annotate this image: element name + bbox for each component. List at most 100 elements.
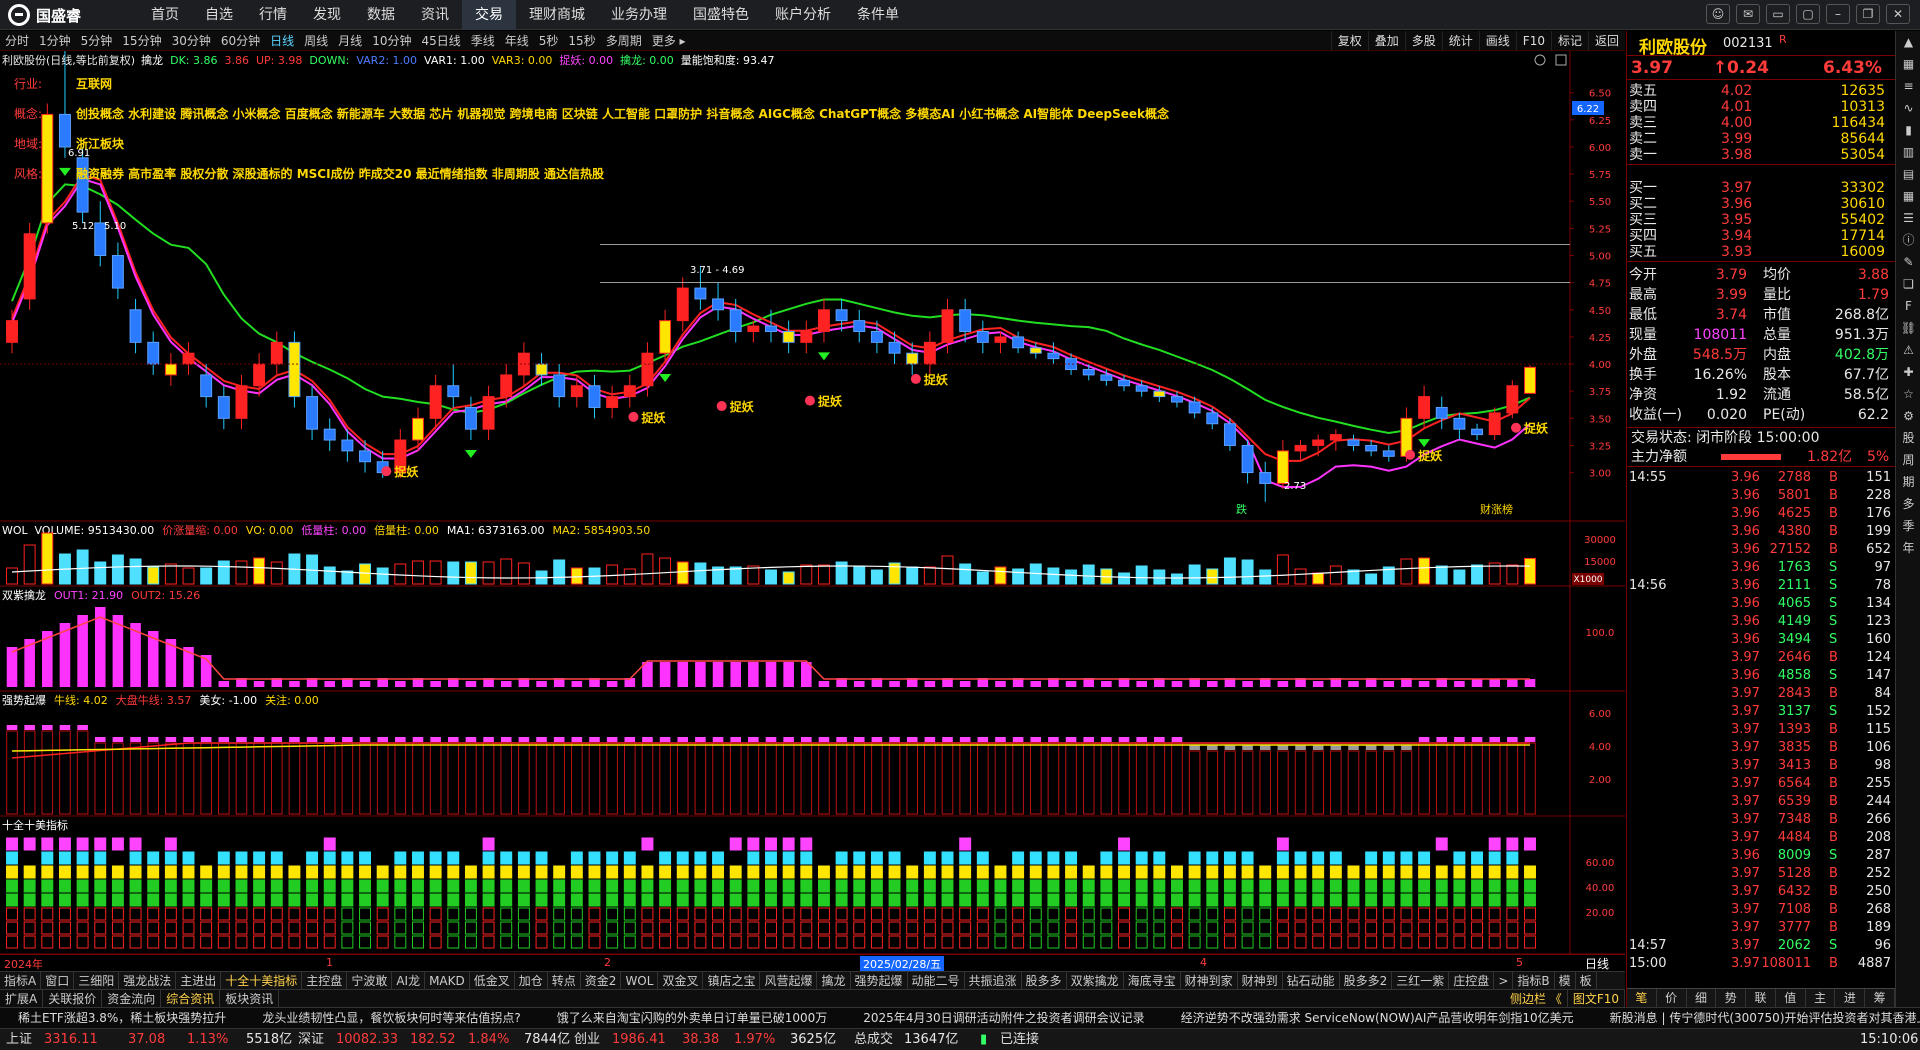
tool-button-4[interactable]: 画线 (1478, 31, 1516, 51)
indicator-tab-17[interactable]: 风营起爆 (760, 972, 818, 990)
kline-chart[interactable]: 捉妖捉妖捉妖 捉妖捉妖捉妖捉妖6.915.12 5.103.71 - 4.692.7… (0, 51, 1625, 954)
box-icon[interactable]: ▢ (1796, 4, 1820, 24)
news-item[interactable]: 稀土ETF涨超3.8%，稀土板块强势拉升 (0, 1008, 244, 1028)
indicator-tab-25[interactable]: 财神到家 (1181, 972, 1238, 990)
menu-item-8[interactable]: 业务办理 (598, 0, 680, 30)
tick-row[interactable]: 3.97 1393 B 115 (1627, 721, 1895, 739)
menu-item-11[interactable]: 条件单 (844, 0, 912, 30)
tick-row[interactable]: 3.97 6432 B 250 (1627, 883, 1895, 901)
tool-button-2[interactable]: 多股 (1404, 31, 1442, 51)
screen-icon[interactable]: ▭ (1766, 4, 1790, 24)
tick-row[interactable]: 3.97 3835 B 106 (1627, 739, 1895, 757)
indicator-tab-6[interactable]: 主控盘 (302, 972, 348, 990)
tick-row[interactable]: 3.97 3137 S 152 (1627, 703, 1895, 721)
tool-button-3[interactable]: 统计 (1441, 31, 1479, 51)
tick-row[interactable]: 3.96 4858 S 147 (1627, 667, 1895, 685)
indicator-tab-22[interactable]: 股多多 (1022, 972, 1067, 990)
tick-row[interactable]: 15:00 3.97 108011 B 4887 (1627, 955, 1895, 973)
timeframe-tab-9[interactable]: 10分钟 (367, 31, 416, 51)
ask-row[interactable]: 卖二 3.99 85644 (1627, 131, 1895, 147)
note-icon[interactable]: ✎ (1896, 251, 1920, 273)
indicator-tab-11[interactable]: 加仓 (515, 972, 548, 990)
news-icon[interactable]: ❏ (1896, 273, 1920, 295)
detail-tab-2[interactable]: 细 (1687, 989, 1717, 1007)
tick-row[interactable]: 3.96 27152 B 652 (1627, 541, 1895, 559)
menu-item-9[interactable]: 国盛特色 (680, 0, 762, 30)
info-icon[interactable]: ⓘ (1896, 229, 1920, 251)
star-icon[interactable]: ☆ (1896, 383, 1920, 405)
news-ticker[interactable]: 稀土ETF涨超3.8%，稀土板块强势拉升 龙头业绩韧性凸显，餐饮板块何时等来估值拐… (0, 1007, 1920, 1028)
tick-row[interactable]: 3.96 4149 S 123 (1627, 613, 1895, 631)
tick-row[interactable]: 3.97 6564 B 255 (1627, 775, 1895, 793)
indicator-tab-31[interactable]: > (1494, 972, 1514, 990)
tick-row[interactable]: 3.97 3777 B 189 (1627, 919, 1895, 937)
indicator-tab-10[interactable]: 低金叉 (470, 972, 515, 990)
candle-icon[interactable]: ▮ (1896, 119, 1920, 141)
bid-row[interactable]: 买二 3.96 30610 (1627, 196, 1895, 212)
restore-icon[interactable]: ❐ (1856, 4, 1880, 24)
tick-row[interactable]: 3.97 2843 B 84 (1627, 685, 1895, 703)
tick-row[interactable]: 3.96 4380 B 199 (1627, 523, 1895, 541)
side-label-0[interactable]: 股 (1896, 427, 1920, 449)
tool-button-0[interactable]: 复权 (1330, 31, 1368, 51)
menu-item-4[interactable]: 数据 (354, 0, 408, 30)
detail-tab-0[interactable]: 笔 (1627, 989, 1657, 1007)
menu-item-5[interactable]: 资讯 (408, 0, 462, 30)
bid-row[interactable]: 买五 3.93 16009 (1627, 244, 1895, 260)
menu-item-0[interactable]: 首页 (138, 0, 192, 30)
indicator-tab-34[interactable]: 板 (1576, 972, 1597, 990)
indicator-tab-14[interactable]: WOL (621, 972, 659, 990)
indicator-tab-18[interactable]: 擒龙 (817, 972, 851, 990)
indicator-tab-21[interactable]: 共振追涨 (965, 972, 1022, 990)
depth-icon[interactable]: ▤ (1896, 163, 1920, 185)
indicator-tab-33[interactable]: 模 (1555, 972, 1576, 990)
info-tab-2[interactable]: 资金流向 (102, 990, 162, 1008)
indicator-tab-30[interactable]: 庄控盘 (1449, 972, 1495, 990)
info-tab-4[interactable]: 板块资讯 (220, 990, 280, 1008)
timeframe-tab-13[interactable]: 5秒 (534, 31, 564, 51)
tick-row[interactable]: 3.97 2646 B 124 (1627, 649, 1895, 667)
side-label-2[interactable]: 期 (1896, 471, 1920, 493)
news-item[interactable]: 龙头业绩韧性凸显，餐饮板块何时等来估值拐点? (244, 1008, 538, 1028)
chart-icon[interactable]: ∿ (1896, 97, 1920, 119)
detail-tab-4[interactable]: 联 (1746, 989, 1776, 1007)
menu-item-7[interactable]: 理财商城 (516, 0, 598, 30)
tool-icon[interactable]: ⚙ (1896, 405, 1920, 427)
detail-tab-8[interactable]: 筹 (1865, 989, 1896, 1007)
tick-row[interactable]: 3.97 7108 B 268 (1627, 901, 1895, 919)
indicator-tab-23[interactable]: 双紫擒龙 (1067, 972, 1124, 990)
tick-row[interactable]: 3.96 4625 B 176 (1627, 505, 1895, 523)
timeframe-tab-0[interactable]: 分时 (0, 31, 34, 51)
bid-row[interactable]: 买三 3.95 55402 (1627, 212, 1895, 228)
timeframe-tab-15[interactable]: 多周期 (601, 31, 647, 51)
indicator-tab-9[interactable]: MAKD (425, 972, 470, 990)
indicator-tab-0[interactable]: 指标A (0, 972, 42, 990)
indicator-tab-8[interactable]: AI龙 (392, 972, 426, 990)
timeframe-tab-3[interactable]: 15分钟 (117, 31, 166, 51)
tick-row[interactable]: 3.97 4484 B 208 (1627, 829, 1895, 847)
timeframe-tab-16[interactable]: 更多 ▸ (647, 31, 691, 51)
indicator-tab-7[interactable]: 宁波敢 (347, 972, 393, 990)
indicator-tab-32[interactable]: 指标B (1513, 972, 1555, 990)
list-icon[interactable]: ≡ (1896, 75, 1920, 97)
side-label-5[interactable]: 年 (1896, 537, 1920, 559)
f10-icon[interactable]: F (1896, 295, 1920, 317)
minimize-icon[interactable]: – (1826, 4, 1850, 24)
ask-row[interactable]: 卖五 4.02 12635 (1627, 83, 1895, 99)
side-label-1[interactable]: 周 (1896, 449, 1920, 471)
menu-item-10[interactable]: 账户分析 (762, 0, 844, 30)
tool-button-1[interactable]: 叠加 (1367, 31, 1405, 51)
menu-item-3[interactable]: 发现 (300, 0, 354, 30)
detail-tab-1[interactable]: 价 (1657, 989, 1687, 1007)
tick-row[interactable]: 14:56 3.96 2111 S 78 (1627, 577, 1895, 595)
timeframe-tab-10[interactable]: 45日线 (416, 31, 465, 51)
timeframe-tab-5[interactable]: 60分钟 (216, 31, 265, 51)
news-item[interactable]: 新股消息 | 传宁德时代(300750)开始评估投资者对其香港上市 (1592, 1008, 1920, 1028)
timeframe-tab-1[interactable]: 1分钟 (34, 31, 76, 51)
info-tab-3[interactable]: 综合资讯 (161, 990, 221, 1008)
bars-icon[interactable]: ▥ (1896, 141, 1920, 163)
indicator-tab-29[interactable]: 三红一紫 (1392, 972, 1450, 990)
indicator-tab-27[interactable]: 钻石动能 (1283, 972, 1340, 990)
tick-row[interactable]: 3.96 3494 S 160 (1627, 631, 1895, 649)
alert-icon[interactable]: ⚠ (1896, 339, 1920, 361)
